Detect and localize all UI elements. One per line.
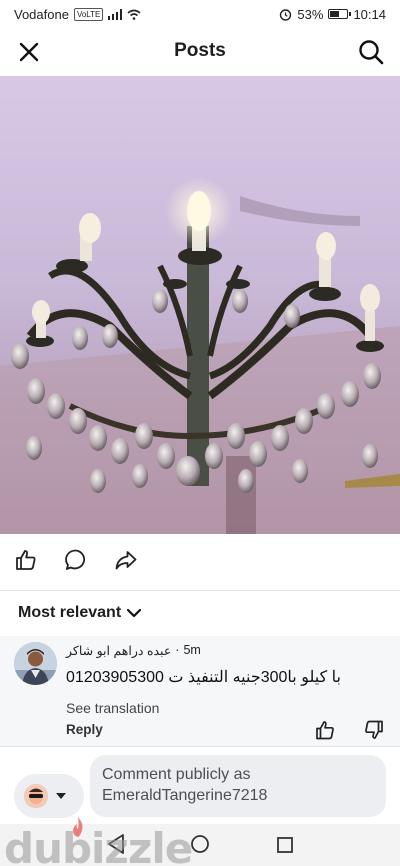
- app-header: Posts: [0, 28, 400, 74]
- thumbs-up-icon: [16, 550, 36, 570]
- comment-text: با كيلو با300جنيه التنفيذ ت 01203905300: [66, 669, 341, 686]
- recent-apps-icon[interactable]: [276, 836, 294, 854]
- search-icon: [359, 40, 384, 65]
- reply-button[interactable]: Reply: [66, 722, 103, 737]
- comment-author[interactable]: عبده دراهم ابو شاكر: [66, 643, 171, 658]
- identity-switcher[interactable]: [14, 774, 84, 818]
- battery-percent: 53%: [297, 6, 324, 22]
- alarm-icon: [280, 8, 292, 21]
- comment-meta: عبده دراهم ابو شاكر · 5m: [66, 643, 201, 658]
- volte-badge: VoLTE: [73, 7, 104, 21]
- carrier-name: Vodafone: [14, 6, 69, 22]
- back-triangle-icon[interactable]: [106, 833, 126, 855]
- status-bar: Vodafone VoLTE 53% 10:14: [0, 0, 400, 28]
- comment-composer: Comment publicly as EmeraldTangerine7218: [0, 746, 400, 824]
- comment-item: عبده دراهم ابو شاكر · 5m با كيلو با300جن…: [0, 636, 400, 746]
- comment-sort-dropdown[interactable]: Most relevant: [18, 604, 142, 622]
- signal-icon: [108, 8, 123, 20]
- sort-label: Most relevant: [18, 604, 122, 621]
- close-button[interactable]: [14, 37, 44, 67]
- post-actions: [0, 540, 400, 580]
- page-title: Posts: [174, 40, 226, 61]
- comment-input[interactable]: Comment publicly as EmeraldTangerine7218: [90, 755, 386, 817]
- chandelier-photo: [0, 76, 400, 534]
- share-arrow-icon: [115, 551, 137, 570]
- avatar-photo: [14, 642, 57, 685]
- system-nav-bar: [0, 824, 400, 866]
- comment-time: 5m: [183, 643, 201, 657]
- post-image[interactable]: [0, 76, 400, 534]
- clock: 10:14: [353, 6, 386, 22]
- avatar-cartoon: [24, 784, 48, 808]
- commenter-avatar[interactable]: [14, 642, 57, 685]
- caret-down-icon: [56, 793, 66, 799]
- upvote-icon[interactable]: [314, 719, 336, 741]
- comment-bubble-icon: [65, 549, 86, 570]
- separator-dot: ·: [175, 643, 180, 657]
- divider: [0, 590, 400, 591]
- status-right: 53% 10:14: [279, 7, 386, 22]
- close-icon: [19, 42, 39, 62]
- status-left: Vodafone VoLTE: [14, 7, 141, 22]
- wifi-icon: [127, 9, 141, 20]
- home-circle-icon[interactable]: [190, 834, 210, 854]
- downvote-icon[interactable]: [363, 719, 385, 741]
- chevron-down-icon: [127, 608, 142, 617]
- battery-icon: [328, 9, 352, 19]
- search-button[interactable]: [356, 37, 386, 67]
- like-button[interactable]: [12, 546, 40, 574]
- battery-fill: [330, 11, 339, 17]
- see-translation-link[interactable]: See translation: [66, 700, 159, 716]
- user-avatar: [24, 784, 48, 808]
- comment-button[interactable]: [62, 546, 90, 574]
- share-button[interactable]: [112, 546, 140, 574]
